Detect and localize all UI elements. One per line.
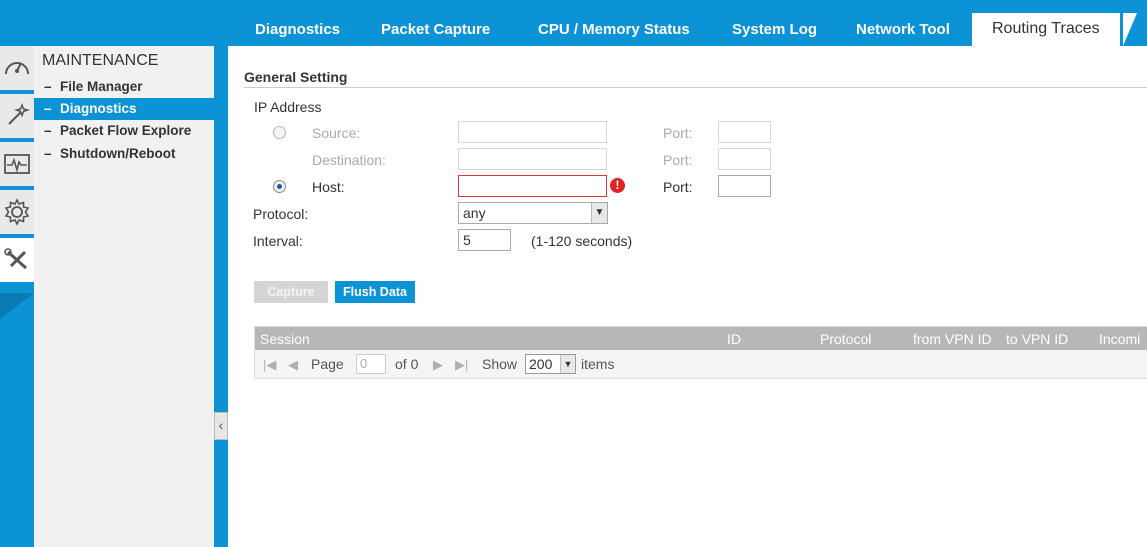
column-from-vpn-id[interactable]: from VPN ID bbox=[913, 331, 992, 347]
tab-cpu-memory-status[interactable]: CPU / Memory Status bbox=[538, 14, 690, 46]
prev-page-icon[interactable]: ◀ bbox=[288, 357, 298, 373]
capture-button[interactable]: Capture bbox=[254, 281, 328, 303]
sidebar-item-packet-flow-explore[interactable]: – Packet Flow Explore bbox=[34, 120, 214, 142]
chevron-down-icon: ▼ bbox=[560, 355, 575, 373]
wand-icon bbox=[8, 102, 31, 125]
source-label: Source: bbox=[312, 125, 361, 141]
sidebar-item-file-manager[interactable]: – File Manager bbox=[34, 76, 214, 98]
tab-diagnostics[interactable]: Diagnostics bbox=[255, 14, 340, 46]
next-page-icon[interactable]: ▶ bbox=[433, 357, 443, 373]
column-id[interactable]: ID bbox=[727, 331, 741, 347]
dashboard-icon bbox=[5, 62, 29, 75]
dash-mark: – bbox=[44, 79, 52, 94]
protocol-select[interactable]: any ▼ bbox=[458, 202, 608, 224]
interval-input[interactable] bbox=[458, 229, 511, 251]
host-label: Host: bbox=[312, 179, 345, 195]
sidebar-section-title: MAINTENANCE bbox=[42, 52, 159, 69]
interval-hint: (1-120 seconds) bbox=[531, 233, 633, 249]
protocol-value: any bbox=[463, 205, 486, 221]
host-input[interactable] bbox=[458, 175, 607, 197]
tab-corner bbox=[1123, 13, 1147, 46]
grid-pager: |◀ ◀ Page 0 of 0 ▶ ▶| Show 200 ▼ items bbox=[255, 350, 1147, 378]
host-port-label: Port: bbox=[663, 179, 693, 195]
column-to-vpn-id[interactable]: to VPN ID bbox=[1006, 331, 1068, 347]
destination-label: Destination: bbox=[312, 152, 386, 168]
source-port-input[interactable] bbox=[718, 121, 771, 143]
destination-port-input[interactable] bbox=[718, 148, 771, 170]
sidebar-collapse-strip: ‹ bbox=[214, 46, 228, 547]
protocol-label: Protocol: bbox=[253, 206, 309, 222]
tab-network-tool[interactable]: Network Tool bbox=[856, 14, 950, 46]
rail-wizard[interactable] bbox=[0, 94, 34, 140]
sidebar-item-label: Diagnostics bbox=[60, 101, 137, 116]
rail-maintenance[interactable] bbox=[0, 238, 34, 284]
host-port-input[interactable] bbox=[718, 175, 771, 197]
page-label: Page bbox=[311, 356, 344, 372]
destination-port-label: Port: bbox=[663, 152, 693, 168]
column-session[interactable]: Session bbox=[260, 331, 310, 347]
sessions-grid: Session ID Protocol from VPN ID to VPN I… bbox=[254, 326, 1147, 379]
tab-bar: Diagnostics Packet Capture CPU / Memory … bbox=[228, 0, 1147, 46]
sidebar: MAINTENANCE – File Manager – Diagnostics –… bbox=[34, 46, 214, 547]
ip-address-label: IP Address bbox=[254, 99, 322, 115]
last-page-icon[interactable]: ▶| bbox=[455, 357, 468, 373]
page-size-select[interactable]: 200 ▼ bbox=[525, 354, 576, 374]
grid-header: Session ID Protocol from VPN ID to VPN I… bbox=[255, 327, 1147, 350]
rail-tail bbox=[0, 293, 34, 319]
error-icon: ! bbox=[610, 178, 625, 193]
page-of-label: of 0 bbox=[395, 356, 419, 372]
tools-icon bbox=[4, 248, 27, 270]
gear-icon bbox=[4, 198, 30, 226]
column-incoming[interactable]: Incomi bbox=[1099, 331, 1140, 347]
items-label: items bbox=[581, 356, 615, 372]
sidebar-item-diagnostics[interactable]: – Diagnostics bbox=[34, 98, 214, 120]
tab-packet-capture[interactable]: Packet Capture bbox=[381, 14, 490, 46]
monitor-icon bbox=[4, 154, 30, 174]
tab-routing-traces[interactable]: Routing Traces bbox=[972, 13, 1120, 46]
sidebar-item-label: Shutdown/Reboot bbox=[60, 146, 176, 161]
main-panel: General Setting IP Address Source: Port:… bbox=[228, 46, 1147, 547]
source-radio[interactable] bbox=[273, 126, 286, 139]
source-port-label: Port: bbox=[663, 125, 693, 141]
rail-configuration[interactable] bbox=[0, 190, 34, 236]
chevron-down-icon: ▼ bbox=[591, 203, 607, 223]
page-number-input[interactable]: 0 bbox=[356, 354, 386, 374]
rail-dashboard[interactable] bbox=[0, 46, 34, 92]
dash-mark: – bbox=[44, 101, 52, 116]
tab-system-log[interactable]: System Log bbox=[732, 14, 817, 46]
sidebar-item-label: Packet Flow Explore bbox=[60, 123, 192, 138]
show-label: Show bbox=[482, 356, 518, 372]
collapse-sidebar-button[interactable]: ‹ bbox=[214, 412, 228, 440]
group-title: General Setting bbox=[244, 69, 348, 85]
sidebar-item-shutdown-reboot[interactable]: – Shutdown/Reboot bbox=[34, 143, 214, 165]
icon-rail bbox=[0, 46, 34, 547]
dash-mark: – bbox=[44, 123, 52, 138]
sidebar-item-label: File Manager bbox=[60, 79, 143, 94]
column-protocol[interactable]: Protocol bbox=[820, 331, 871, 347]
chevron-left-icon: ‹ bbox=[218, 417, 224, 433]
rail-monitor[interactable] bbox=[0, 142, 34, 188]
source-input[interactable] bbox=[458, 121, 607, 143]
interval-label: Interval: bbox=[253, 233, 303, 249]
host-radio[interactable] bbox=[273, 180, 286, 193]
first-page-icon[interactable]: |◀ bbox=[263, 357, 276, 373]
dash-mark: – bbox=[44, 146, 52, 161]
destination-input[interactable] bbox=[458, 148, 607, 170]
flush-data-button[interactable]: Flush Data bbox=[335, 281, 415, 303]
group-divider bbox=[244, 87, 1147, 88]
page-size-value: 200 bbox=[529, 356, 553, 372]
